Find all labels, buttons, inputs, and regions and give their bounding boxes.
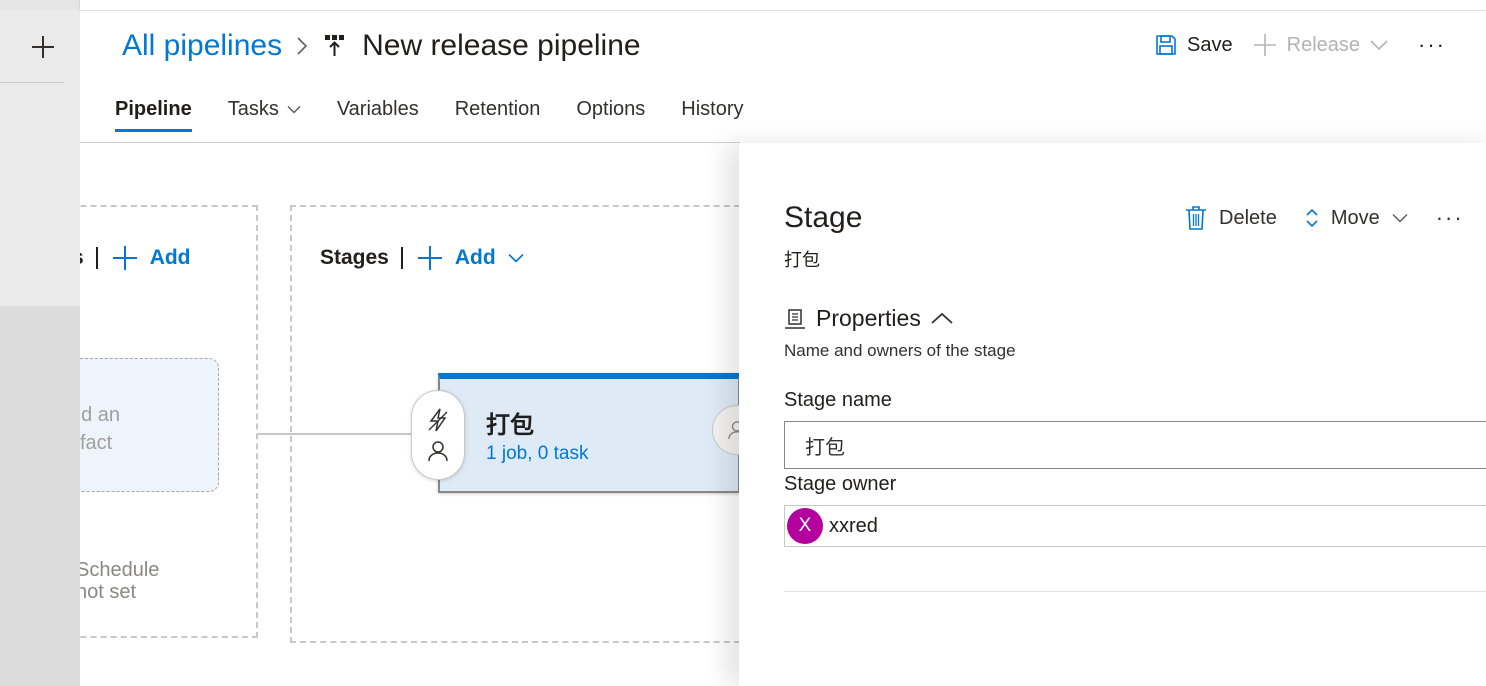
plus-icon [112,246,137,270]
stage-name-input[interactable]: 打包 [784,421,1486,469]
pipeline-canvas[interactable]: s Add dd an tifact Schedule not set Stag… [80,143,740,686]
stage-name-value: 打包 [805,436,845,459]
tab-label: History [681,98,744,120]
chevron-right-icon [296,36,308,56]
trash-icon [1186,206,1206,230]
add-stage-button[interactable]: Add [417,245,524,271]
stage-card-tasks-link[interactable]: 1 job, 0 task [486,443,588,465]
person-icon [428,441,448,462]
stages-header: Stages Add [320,245,524,271]
move-stage-button[interactable]: Move [1305,207,1408,230]
tab-label: Pipeline [115,98,192,120]
stage-card[interactable]: 打包 1 job, 0 task [438,373,740,493]
move-label: Move [1330,206,1380,229]
tab-label: Tasks [227,98,279,120]
up-down-icon [1306,208,1318,228]
chevron-down-icon [1370,40,1388,51]
breadcrumb: All pipelines New release pipeline [122,26,641,66]
all-pipelines-link[interactable]: All pipelines [122,29,282,63]
properties-icon [785,308,805,329]
add-label: Add [149,246,191,269]
lightning-icon [428,408,448,432]
save-button[interactable]: Save [1155,34,1233,57]
save-label: Save [1187,33,1233,56]
tab-label: Options [576,98,646,120]
chevron-down-icon [1392,213,1408,223]
stage-card-name: 打包 [486,412,534,439]
plus-icon [417,246,442,270]
header-separator [95,247,98,269]
panel-title: Stage [784,201,863,234]
panel-actions: Delete Move ··· [1185,205,1464,231]
stage-owner-field[interactable]: X xxred [784,505,1486,547]
tab-label: Retention [454,98,541,120]
panel-divider [784,591,1486,592]
properties-section-toggle[interactable]: Properties [784,305,953,332]
delete-label: Delete [1219,206,1277,229]
rail-divider [0,82,64,83]
delete-stage-button[interactable]: Delete [1185,205,1277,231]
panel-subtitle: 打包 [784,250,820,270]
add-artifact-button[interactable]: Add [112,245,191,271]
schedule-line2: not set [80,581,137,603]
chevron-down-icon [287,105,301,114]
properties-title: Properties [816,305,921,331]
chevron-down-icon [508,253,524,263]
tab-variables[interactable]: Variables [337,98,419,131]
header-separator [400,247,403,269]
tab-pipeline[interactable]: Pipeline [115,98,192,132]
stage-name-label: Stage name [784,389,892,411]
avatar: X [787,508,823,544]
stages-title: Stages [320,246,389,269]
save-icon [1156,35,1176,55]
release-label: Release [1286,33,1361,56]
stage-owner-label: Stage owner [784,473,897,495]
schedule-trigger[interactable]: Schedule not set [80,559,159,603]
release-button[interactable]: Release [1253,33,1388,57]
add-artifact-text: dd an tifact [80,401,120,457]
tab-history[interactable]: History [681,98,743,131]
artifacts-header: s Add [80,245,191,271]
tab-options[interactable]: Options [576,98,645,131]
tab-tasks[interactable]: Tasks [228,98,301,131]
tab-label: Variables [336,98,419,120]
properties-description: Name and owners of the stage [784,341,1016,360]
add-artifact-line1: dd an [80,404,121,426]
tab-retention[interactable]: Retention [455,98,541,131]
panel-more-button[interactable]: ··· [1436,205,1464,231]
owner-name: xxred [829,514,878,537]
release-pipeline-icon [324,35,346,57]
more-options-button[interactable]: ··· [1418,32,1446,58]
plus-icon [1253,34,1276,56]
header-actions: Save Release ··· [1135,32,1446,58]
top-divider [80,10,1486,11]
new-plus-button[interactable] [22,26,64,68]
pipeline-tabs: Pipeline Tasks Variables Retention Optio… [115,98,780,132]
chevron-up-icon [931,312,953,324]
page-title: New release pipeline [362,29,641,62]
add-label: Add [454,246,496,269]
left-rail [0,0,80,686]
pre-deployment-conditions[interactable] [411,390,465,480]
add-artifact-line2: tifact [80,432,113,454]
schedule-line1: Schedule [80,559,160,581]
plus-icon [32,36,54,58]
left-rail-bottom [0,306,80,686]
stage-properties-panel: Stage 打包 Delete Move ··· Properties Name… [739,143,1486,686]
artifacts-title: s [80,246,84,270]
